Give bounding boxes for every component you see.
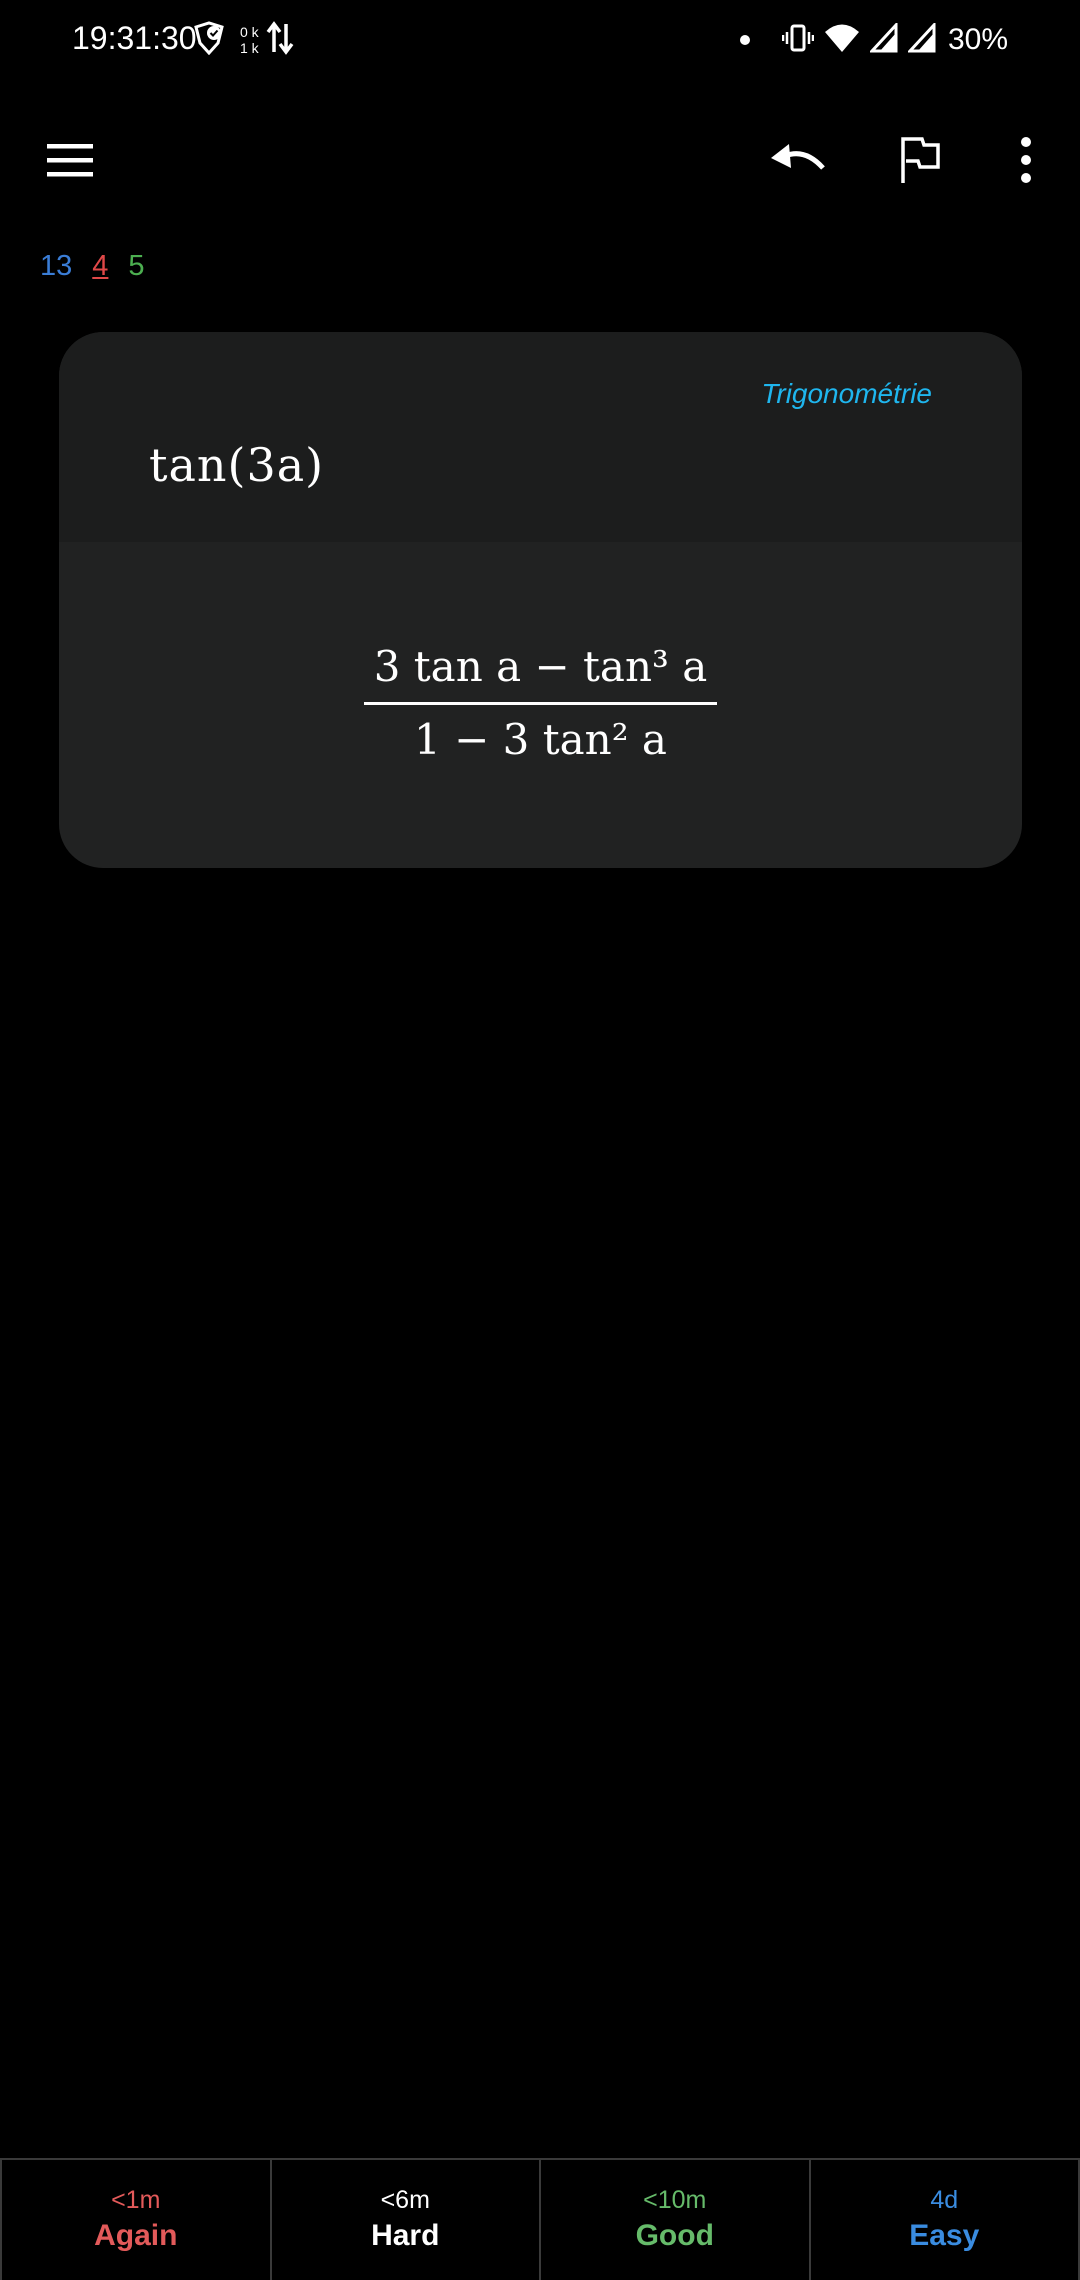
answer-buttons: <1m Again <6m Hard <10m Good 4d Easy xyxy=(0,2158,1080,2280)
status-left-icons: 0 k 1 k xyxy=(192,20,295,60)
fraction-denominator: 1 − 3 tan² a xyxy=(414,715,667,764)
again-interval: <1m xyxy=(111,2186,161,2214)
toolbar xyxy=(0,110,1080,210)
question-text: tan(3a) xyxy=(149,438,325,492)
flag-button[interactable] xyxy=(888,130,952,194)
count-learning: 4 xyxy=(92,250,109,282)
menu-icon xyxy=(45,140,95,185)
net-down-value: 1 k xyxy=(240,40,259,56)
more-vert-icon xyxy=(1018,136,1034,189)
fraction: 3 tan a − tan³ a 1 − 3 tan² a xyxy=(363,632,718,775)
flag-icon xyxy=(898,135,942,190)
card-front: Trigonométrie tan(3a) xyxy=(59,332,1022,542)
good-button[interactable]: <10m Good xyxy=(541,2160,811,2280)
hard-label: Hard xyxy=(371,2219,440,2252)
net-speed: 0 k 1 k xyxy=(240,24,259,56)
data-transfer-icon xyxy=(265,20,295,61)
status-time: 19:31:30 xyxy=(72,20,197,56)
signal-icon xyxy=(868,20,898,58)
signal-icon xyxy=(906,20,936,58)
good-label: Good xyxy=(635,2219,714,2252)
good-interval: <10m xyxy=(643,2186,707,2214)
easy-button[interactable]: 4d Easy xyxy=(811,2160,1080,2280)
notification-dot-icon xyxy=(739,35,750,45)
undo-icon xyxy=(769,140,827,185)
hard-interval: <6m xyxy=(380,2186,430,2214)
more-options-button[interactable] xyxy=(994,130,1058,194)
count-new: 13 xyxy=(40,250,73,282)
status-right-icons: 30% xyxy=(730,18,1008,62)
answer-formula: 3 tan a − tan³ a 1 − 3 tan² a xyxy=(59,632,1022,775)
menu-button[interactable] xyxy=(38,130,102,194)
undo-button[interactable] xyxy=(766,130,830,194)
battery-percent: 30% xyxy=(947,23,1008,56)
fraction-numerator: 3 tan a − tan³ a xyxy=(373,642,708,691)
hard-button[interactable]: <6m Hard xyxy=(272,2160,541,2280)
easy-interval: 4d xyxy=(930,2186,959,2214)
count-review: 5 xyxy=(128,250,145,282)
card-counts: 13 4 5 xyxy=(40,250,165,283)
net-up-value: 0 k xyxy=(240,24,259,40)
wifi-icon xyxy=(824,23,860,58)
vibrate-icon xyxy=(781,23,815,58)
again-label: Again xyxy=(94,2219,178,2252)
deck-tag: Trigonométrie xyxy=(761,378,932,409)
status-bar: 19:31:30 0 k 1 k 30% xyxy=(0,0,1080,80)
easy-label: Easy xyxy=(909,2219,980,2252)
check-shield-icon xyxy=(192,20,226,60)
flashcard[interactable]: Trigonométrie tan(3a) 3 tan a − tan³ a 1… xyxy=(59,332,1022,868)
again-button[interactable]: <1m Again xyxy=(0,2160,272,2280)
